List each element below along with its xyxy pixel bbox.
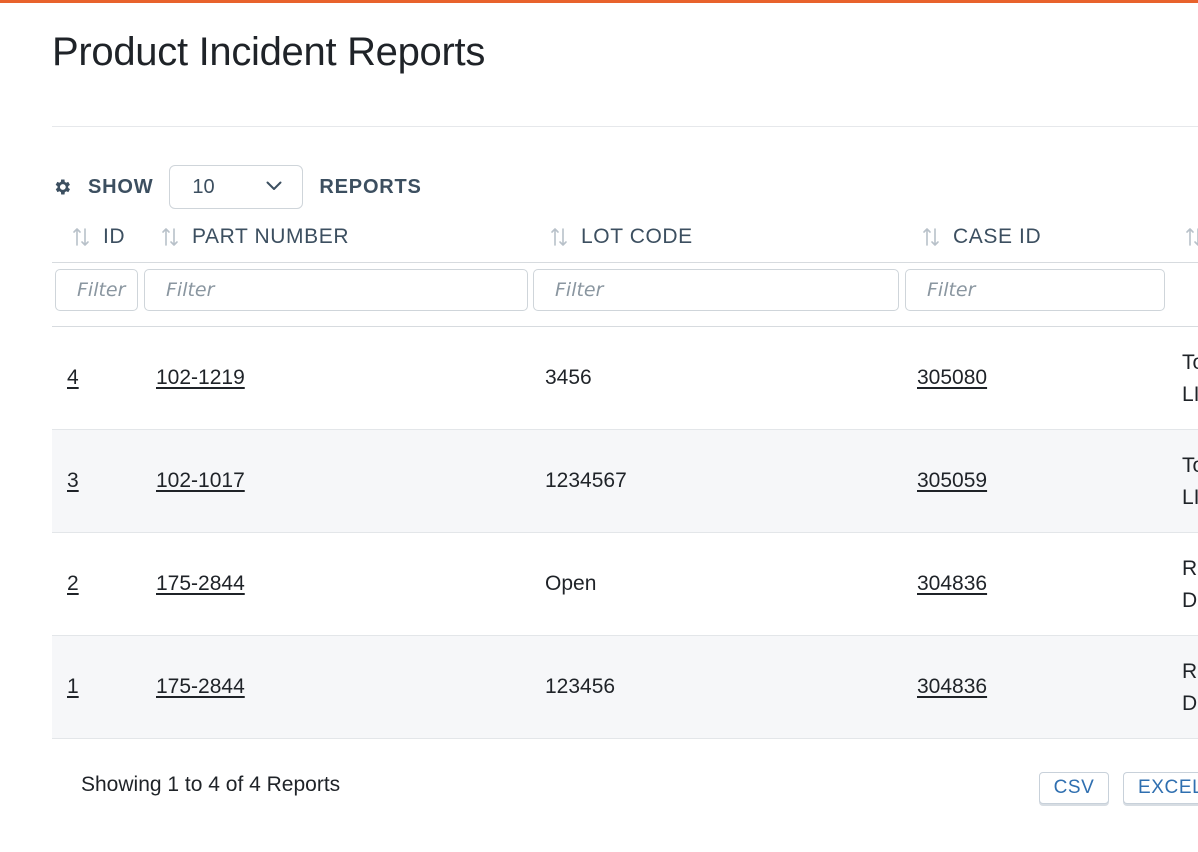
reports-label: REPORTS bbox=[319, 175, 422, 198]
column-header-label: ID bbox=[103, 225, 126, 248]
case-id-link[interactable]: 305059 bbox=[917, 469, 987, 493]
truncated-cell-line: D bbox=[1182, 692, 1198, 715]
length-menu: SHOW 10 REPORTS bbox=[52, 164, 422, 210]
lot-code-cell: 1234567 bbox=[545, 469, 627, 492]
truncated-cell: To LI bbox=[1182, 347, 1198, 411]
sort-icon bbox=[71, 225, 91, 249]
column-header-truncated[interactable] bbox=[1184, 212, 1198, 262]
id-link[interactable]: 3 bbox=[67, 469, 79, 493]
id-filter-input[interactable] bbox=[55, 269, 138, 311]
lot-code-cell: 123456 bbox=[545, 675, 616, 698]
column-header-label: PART NUMBER bbox=[192, 225, 350, 248]
truncated-cell-line: R bbox=[1182, 557, 1198, 580]
truncated-cell: RD bbox=[1182, 553, 1197, 617]
lot-code-filter-input[interactable] bbox=[533, 269, 899, 311]
table-row: 3 102-1017 1234567 305059 To LI bbox=[52, 430, 1198, 533]
table-row: 1 175-2844 123456 304836 RD bbox=[52, 636, 1198, 739]
chevron-down-icon bbox=[266, 178, 282, 196]
part-number-link[interactable]: 102-1017 bbox=[156, 469, 245, 493]
table-body: 4 102-1219 3456 305080 To LI 3 102-1017 1… bbox=[52, 327, 1198, 739]
case-id-filter-input[interactable] bbox=[905, 269, 1165, 311]
excel-export-button[interactable]: EXCEL bbox=[1123, 772, 1198, 804]
csv-export-button[interactable]: CSV bbox=[1039, 772, 1109, 804]
column-header-label: LOT CODE bbox=[581, 225, 693, 248]
page-length-select[interactable]: 10 bbox=[169, 165, 304, 209]
table-info-text: Showing 1 to 4 of 4 Reports bbox=[81, 773, 341, 796]
sort-icon bbox=[160, 225, 180, 249]
truncated-cell-line: D bbox=[1182, 589, 1198, 612]
id-link[interactable]: 1 bbox=[67, 675, 79, 699]
column-header-lot-code[interactable]: LOT CODE bbox=[549, 212, 693, 262]
page-length-value: 10 bbox=[192, 175, 215, 198]
truncated-cell-line: To bbox=[1182, 454, 1198, 477]
case-id-link[interactable]: 304836 bbox=[917, 675, 987, 699]
show-label: SHOW bbox=[88, 175, 154, 198]
part-number-link[interactable]: 175-2844 bbox=[156, 572, 245, 596]
column-header-label: CASE ID bbox=[953, 225, 1042, 248]
case-id-link[interactable]: 305080 bbox=[917, 366, 987, 390]
sort-icon bbox=[1184, 225, 1198, 249]
table-header-row: ID PART NUMBER LOT CODE CASE ID bbox=[52, 212, 1198, 263]
id-link[interactable]: 2 bbox=[67, 572, 79, 596]
column-header-id[interactable]: ID bbox=[71, 212, 125, 262]
part-number-link[interactable]: 175-2844 bbox=[156, 675, 245, 699]
lot-code-cell: Open bbox=[545, 572, 597, 595]
page-title: Product Incident Reports bbox=[52, 30, 486, 74]
lot-code-cell: 3456 bbox=[545, 366, 592, 389]
column-header-case-id[interactable]: CASE ID bbox=[921, 212, 1041, 262]
sort-icon bbox=[921, 225, 941, 249]
part-number-link[interactable]: 102-1219 bbox=[156, 366, 245, 390]
case-id-link[interactable]: 304836 bbox=[917, 572, 987, 596]
part-number-filter-input[interactable] bbox=[144, 269, 528, 311]
column-header-part-number[interactable]: PART NUMBER bbox=[160, 212, 349, 262]
sort-icon bbox=[549, 225, 569, 249]
truncated-cell: To LI bbox=[1182, 450, 1198, 514]
id-link[interactable]: 4 bbox=[67, 366, 79, 390]
table-row: 4 102-1219 3456 305080 To LI bbox=[52, 327, 1198, 430]
table-row: 2 175-2844 Open 304836 RD bbox=[52, 533, 1198, 636]
truncated-cell-line: LI bbox=[1182, 383, 1198, 406]
table-filter-row bbox=[52, 262, 1198, 327]
truncated-cell-line: To bbox=[1182, 351, 1198, 374]
truncated-cell-line: LI bbox=[1182, 486, 1198, 509]
gear-icon[interactable] bbox=[52, 177, 72, 197]
top-accent-bar bbox=[0, 0, 1198, 3]
truncated-cell: RD bbox=[1182, 656, 1197, 720]
truncated-cell-line: R bbox=[1182, 660, 1198, 683]
title-divider bbox=[52, 126, 1198, 127]
